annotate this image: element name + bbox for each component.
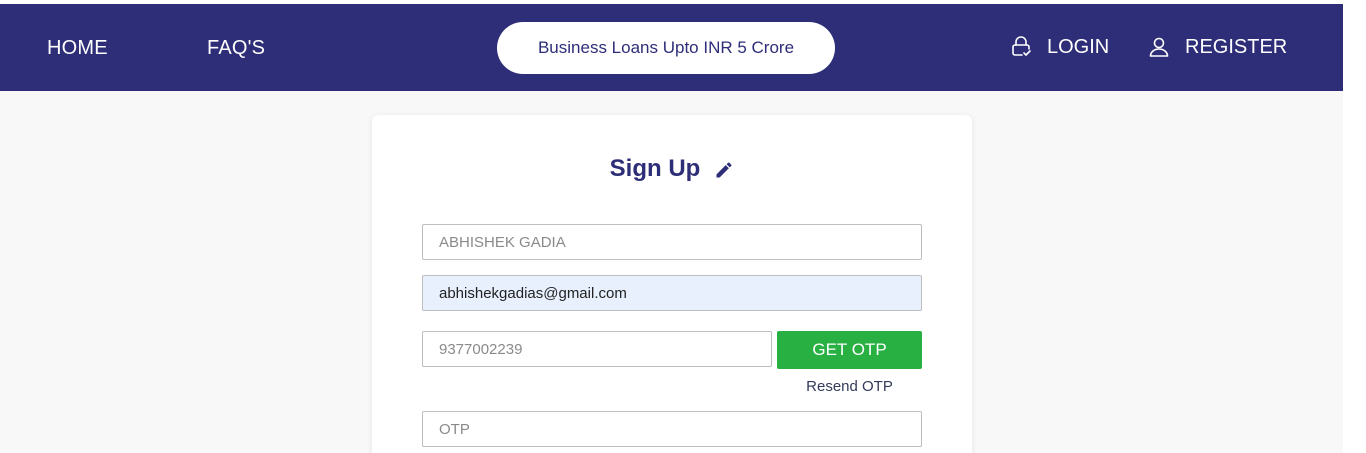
right-edge-strip [1343,0,1366,453]
name-input[interactable] [422,224,922,260]
nav-login-label: LOGIN [1047,35,1110,58]
lock-check-icon [1009,35,1033,59]
nav-faqs-link[interactable]: FAQ'S [207,37,265,60]
signup-card: Sign Up GET OTP Resend OTP [372,115,972,453]
otp-input[interactable] [422,411,922,447]
user-icon [1147,35,1171,59]
pencil-icon [714,159,734,179]
get-otp-button[interactable]: GET OTP [777,331,922,369]
nav-home-link[interactable]: HOME [47,37,108,60]
nav-login-link[interactable]: LOGIN [1009,35,1109,59]
email-input[interactable] [422,275,922,311]
business-loans-promo-button[interactable]: Business Loans Upto INR 5 Crore [497,22,835,74]
nav-register-label: REGISTER [1185,35,1288,58]
signup-heading: Sign Up [372,155,972,183]
resend-otp-link[interactable]: Resend OTP [777,378,922,395]
nav-register-link[interactable]: REGISTER [1147,35,1287,59]
phone-input[interactable] [422,331,772,367]
top-navbar: HOME FAQ'S Business Loans Upto INR 5 Cro… [0,4,1343,91]
signup-title-text: Sign Up [609,155,701,182]
